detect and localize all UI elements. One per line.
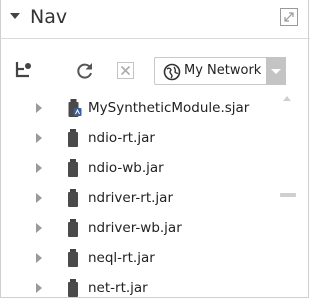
expand-arrow-icon[interactable] — [36, 223, 42, 233]
tree-item[interactable]: neql-rt.jar — [0, 243, 290, 273]
nav-header: Nav — [0, 0, 310, 39]
network-select[interactable]: My Network — [154, 57, 286, 85]
scroll-up-icon[interactable] — [283, 96, 291, 101]
close-icon[interactable] — [117, 62, 134, 79]
tree-item-label: ndriver-rt.jar — [88, 190, 173, 206]
jar-icon — [68, 279, 78, 297]
jar-icon — [68, 189, 78, 207]
expand-arrow-icon[interactable] — [36, 253, 42, 263]
expand-arrow-icon[interactable] — [36, 133, 42, 143]
expand-arrow-icon[interactable] — [36, 103, 42, 113]
expand-arrow-icon[interactable] — [36, 283, 42, 293]
scrollbar-thumb[interactable] — [280, 193, 296, 197]
jar-icon — [68, 159, 78, 177]
tree-item-label: ndriver-wb.jar — [88, 220, 182, 236]
tree-item-label: ndio-wb.jar — [88, 160, 164, 176]
tree-root-icon[interactable] — [14, 59, 36, 81]
tree-item-label: ndio-rt.jar — [88, 130, 155, 146]
collapse-caret-icon[interactable] — [10, 13, 20, 19]
refresh-icon[interactable] — [75, 61, 95, 81]
tree-item[interactable]: MySyntheticModule.sjar — [0, 93, 290, 123]
expand-arrow-icon[interactable] — [36, 193, 42, 203]
tree-item-label: neql-rt.jar — [88, 250, 155, 266]
tree-item-label: MySyntheticModule.sjar — [88, 100, 250, 116]
maximize-icon[interactable] — [280, 8, 298, 26]
tree-item-label: net-rt.jar — [88, 280, 148, 296]
panel-title: Nav — [30, 6, 68, 28]
expand-arrow-icon[interactable] — [36, 163, 42, 173]
network-select-value: My Network — [184, 63, 262, 78]
synthetic-jar-icon — [68, 99, 82, 117]
jar-icon — [68, 249, 78, 267]
tree-item[interactable]: ndriver-rt.jar — [0, 183, 290, 213]
globe-icon — [163, 63, 181, 81]
tree-item[interactable]: ndio-wb.jar — [0, 153, 290, 183]
jar-icon — [68, 129, 78, 147]
module-tree: MySyntheticModule.sjar ndio-rt.jar ndio-… — [0, 93, 290, 299]
tree-item[interactable]: ndio-rt.jar — [0, 123, 290, 153]
chevron-down-icon[interactable] — [266, 57, 286, 85]
jar-icon — [68, 219, 78, 237]
tree-item[interactable]: ndriver-wb.jar — [0, 213, 290, 243]
